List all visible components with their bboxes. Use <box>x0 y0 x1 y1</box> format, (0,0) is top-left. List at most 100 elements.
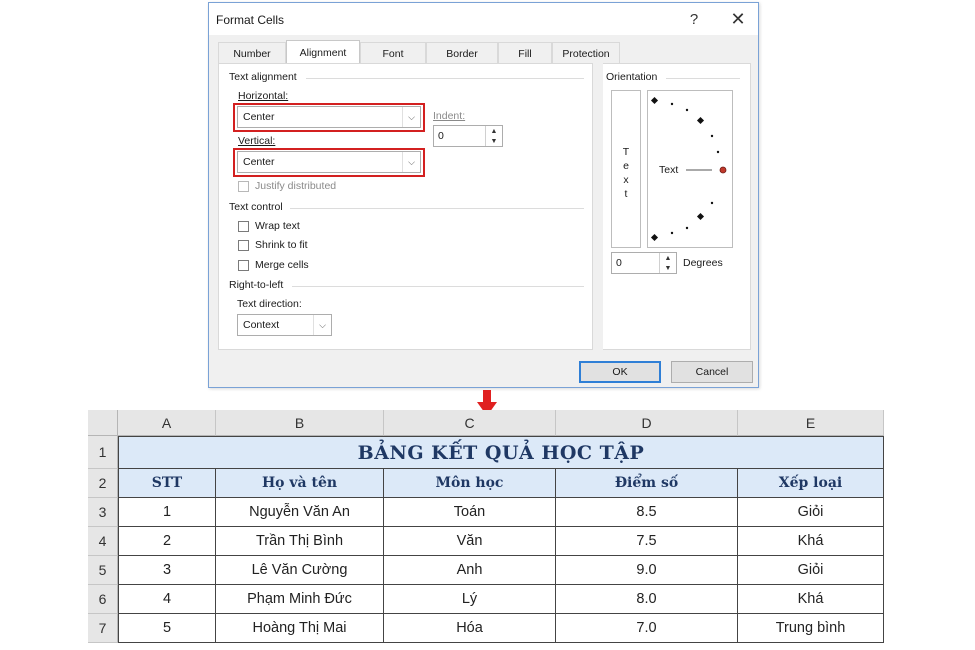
justify-distributed-label: Justify distributed <box>255 180 337 192</box>
table-cell[interactable]: Phạm Minh Đức <box>216 585 384 614</box>
dial-dot <box>670 231 674 235</box>
horizontal-highlight-box <box>233 103 425 132</box>
select-all-corner[interactable] <box>88 410 118 436</box>
table-cell[interactable]: Lý <box>384 585 556 614</box>
row-header-6[interactable]: 6 <box>88 585 118 614</box>
spreadsheet-grid: A B C D E 1 2 3 4 5 6 7 BẢNG KẾT QUẢ HỌC… <box>88 410 884 646</box>
indent-spinner[interactable]: 0 ▲ ▼ <box>433 125 503 147</box>
table-cell[interactable]: Khá <box>738 585 884 614</box>
group-divider <box>666 78 740 79</box>
dial-dot <box>710 134 714 138</box>
table-cell[interactable]: 9.0 <box>556 556 738 585</box>
text-direction-label: Text direction: <box>237 298 302 310</box>
table-cell[interactable]: Toán <box>384 498 556 527</box>
help-icon[interactable]: ? <box>679 7 709 31</box>
dial-dot <box>710 201 714 205</box>
table-cell[interactable]: Hoàng Thị Mai <box>216 614 384 643</box>
column-header-b[interactable]: B <box>216 410 384 436</box>
tab-alignment[interactable]: Alignment <box>286 40 360 64</box>
header-cell-name[interactable]: Họ và tên <box>216 469 384 498</box>
merge-cells-checkbox[interactable]: Merge cells <box>238 259 309 271</box>
text-direction-value: Context <box>243 319 280 331</box>
dialog-tabs: Number Alignment Font Border Fill Protec… <box>218 40 620 64</box>
header-cell-stt[interactable]: STT <box>118 469 216 498</box>
dial-dot <box>685 108 689 112</box>
table-cell[interactable]: Giỏi <box>738 556 884 585</box>
checkbox-icon <box>238 259 249 271</box>
header-cell-subject[interactable]: Môn học <box>384 469 556 498</box>
group-divider <box>290 208 584 209</box>
table-cell[interactable]: 8.0 <box>556 585 738 614</box>
tab-fill[interactable]: Fill <box>498 42 552 64</box>
row-header-5[interactable]: 5 <box>88 556 118 585</box>
column-header-a[interactable]: A <box>118 410 216 436</box>
spin-down-icon[interactable]: ▼ <box>660 263 676 273</box>
cancel-button[interactable]: Cancel <box>671 361 753 383</box>
chevron-down-icon[interactable]: ⌵ <box>313 315 331 335</box>
wrap-text-checkbox[interactable]: Wrap text <box>238 220 300 232</box>
row-header-7[interactable]: 7 <box>88 614 118 643</box>
row-header-2[interactable]: 2 <box>88 469 118 498</box>
vertical-text-letter: x <box>623 174 629 186</box>
text-control-group-label: Text control <box>229 201 283 213</box>
tab-protection[interactable]: Protection <box>552 42 620 64</box>
header-cell-rank[interactable]: Xếp loại <box>738 469 884 498</box>
table-cell[interactable]: 1 <box>118 498 216 527</box>
table-cell[interactable]: Anh <box>384 556 556 585</box>
dial-dot <box>670 102 674 106</box>
dial-tick <box>650 96 659 105</box>
tab-border[interactable]: Border <box>426 42 498 64</box>
indent-value: 0 <box>438 130 444 142</box>
text-direction-select[interactable]: Context ⌵ <box>237 314 332 336</box>
table-cell[interactable]: 8.5 <box>556 498 738 527</box>
table-cell[interactable]: Khá <box>738 527 884 556</box>
dial-tick <box>696 212 705 221</box>
shrink-to-fit-checkbox[interactable]: Shrink to fit <box>238 239 308 251</box>
spin-up-icon[interactable]: ▲ <box>486 126 502 136</box>
spin-down-icon[interactable]: ▼ <box>486 136 502 146</box>
table-cell[interactable]: Lê Văn Cường <box>216 556 384 585</box>
column-header-c[interactable]: C <box>384 410 556 436</box>
table-cell[interactable]: Hóa <box>384 614 556 643</box>
table-cell[interactable]: Trung bình <box>738 614 884 643</box>
spin-up-icon[interactable]: ▲ <box>660 253 676 263</box>
table-cell[interactable]: Nguyễn Văn An <box>216 498 384 527</box>
dialog-title: Format Cells <box>216 13 285 27</box>
vertical-text-orientation-box[interactable]: T e x t <box>611 90 641 248</box>
table-title-cell[interactable]: BẢNG KẾT QUẢ HỌC TẬP <box>118 436 884 469</box>
tab-font[interactable]: Font <box>360 42 426 64</box>
table-cell[interactable]: Trần Thị Bình <box>216 527 384 556</box>
ok-button[interactable]: OK <box>579 361 661 383</box>
column-header-e[interactable]: E <box>738 410 884 436</box>
checkbox-icon <box>238 239 249 251</box>
column-header-d[interactable]: D <box>556 410 738 436</box>
group-divider <box>306 78 584 79</box>
table-cell[interactable]: 3 <box>118 556 216 585</box>
orientation-dial[interactable]: Text <box>647 90 733 248</box>
table-cell[interactable]: Giỏi <box>738 498 884 527</box>
close-icon[interactable]: ✕ <box>723 7 753 31</box>
tab-number[interactable]: Number <box>218 42 286 64</box>
table-cell[interactable]: 7.5 <box>556 527 738 556</box>
table-cell[interactable]: Văn <box>384 527 556 556</box>
dial-dot <box>716 150 720 154</box>
degrees-spinner[interactable]: 0 ▲ ▼ <box>611 252 677 274</box>
vertical-highlight-box <box>233 148 425 177</box>
justify-distributed-checkbox[interactable]: Justify distributed <box>238 180 336 192</box>
dialog-titlebar[interactable]: Format Cells ? ✕ <box>209 3 758 35</box>
row-header-3[interactable]: 3 <box>88 498 118 527</box>
table-cell[interactable]: 5 <box>118 614 216 643</box>
group-divider <box>292 286 584 287</box>
row-header-4[interactable]: 4 <box>88 527 118 556</box>
vertical-label: Vertical: <box>238 135 276 147</box>
table-cell[interactable]: 7.0 <box>556 614 738 643</box>
table-cell[interactable]: 4 <box>118 585 216 614</box>
dial-text-label: Text <box>659 164 679 176</box>
dial-pointer-handle[interactable] <box>719 166 727 174</box>
table-cell[interactable]: 2 <box>118 527 216 556</box>
row-header-1[interactable]: 1 <box>88 436 118 469</box>
header-cell-score[interactable]: Điểm số <box>556 469 738 498</box>
vertical-text-letter: e <box>623 160 629 172</box>
checkbox-icon <box>238 220 249 232</box>
indent-label: Indent: <box>433 110 466 122</box>
